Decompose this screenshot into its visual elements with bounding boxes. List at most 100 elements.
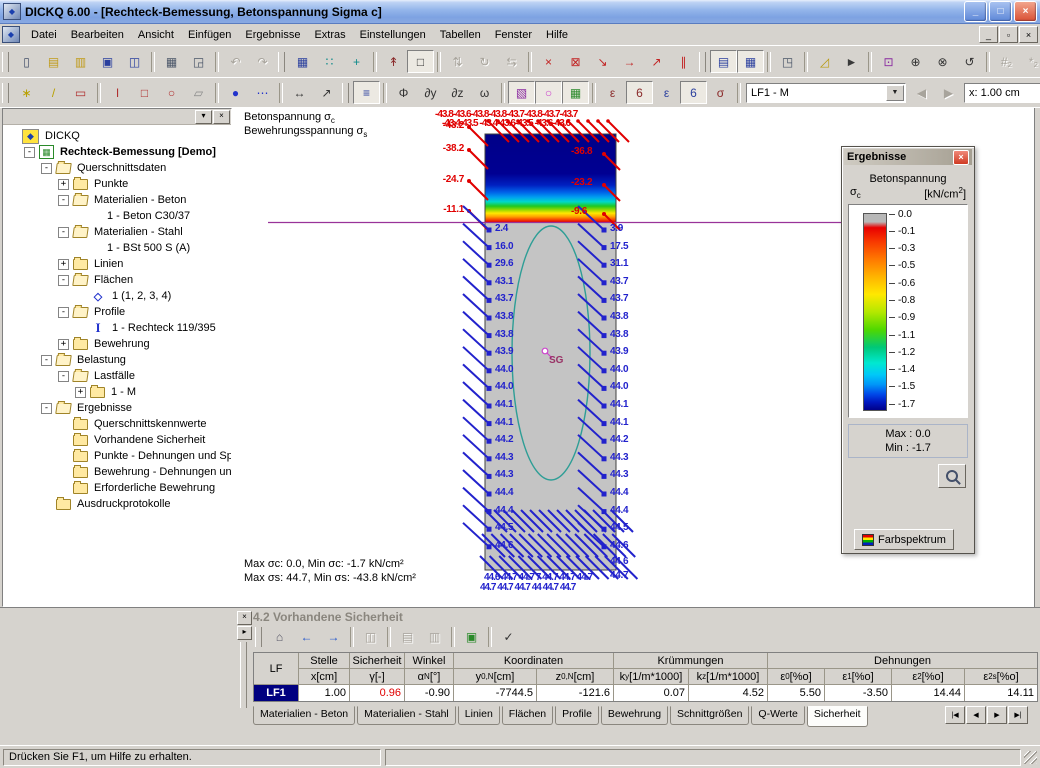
join-line-button[interactable]: → [616, 50, 643, 73]
scale-combobox[interactable]: x: 1.00 cm ▼ [964, 83, 1040, 103]
stress-fill-button[interactable]: 6 [680, 81, 707, 104]
edit-nodes-button[interactable]: × [535, 50, 562, 73]
import-file-button[interactable]: ▥ [67, 50, 94, 73]
tree-item-materialien-stahl[interactable]: -Materialien - Stahl [5, 224, 231, 240]
tree-item-1-m[interactable]: +1 - M [5, 384, 231, 400]
result-phi-button[interactable]: Φ [390, 81, 417, 104]
collapse-icon[interactable]: - [58, 227, 69, 238]
profile-circle-button[interactable]: ○ [158, 81, 185, 104]
scale-options-button[interactable] [938, 464, 966, 488]
print-preview-button[interactable]: ◲ [185, 50, 212, 73]
resize-grip[interactable] [1024, 751, 1037, 764]
tab-profile[interactable]: Profile [555, 706, 599, 725]
table-previous-button[interactable]: ← [293, 626, 320, 648]
tree-item-1-1-2-3-4[interactable]: ◇1 (1, 2, 3, 4) [5, 288, 231, 304]
tree-item-1-beton-c30-37[interactable]: 1 - Beton C30/37 [5, 208, 231, 224]
menu-fenster[interactable]: Fenster [488, 26, 539, 44]
collapse-icon[interactable]: - [41, 355, 52, 366]
extend-line-button[interactable]: ↗ [643, 50, 670, 73]
mdi-close-button[interactable]: × [1019, 26, 1038, 43]
save-all-button[interactable]: ◫ [121, 50, 148, 73]
split-line-button[interactable]: ↘ [589, 50, 616, 73]
menu-datei[interactable]: Datei [24, 26, 64, 44]
zoom-out-button[interactable]: ⊗ [929, 50, 956, 73]
tree-item-ausdruckprotokolle[interactable]: Ausdruckprotokolle [5, 496, 231, 512]
export-picture-button[interactable]: ▣ [458, 626, 485, 648]
tree-item-materialien-beton[interactable]: -Materialien - Beton [5, 192, 231, 208]
new-line-button[interactable]: / [40, 81, 67, 104]
column-selection-button[interactable]: ✓ [495, 626, 522, 648]
grid-button[interactable]: ▦ [289, 50, 316, 73]
crosshair-button[interactable]: + [343, 50, 370, 73]
collapse-icon[interactable]: - [58, 195, 69, 206]
toolbar-grabber[interactable] [2, 83, 9, 103]
mdi-restore-button[interactable]: ▫ [999, 26, 1018, 43]
tab-q-werte[interactable]: Q-Werte [751, 706, 804, 725]
profile-i-button[interactable]: I [104, 81, 131, 104]
tab-linien[interactable]: Linien [458, 706, 500, 725]
tab-schnittgr-en[interactable]: Schnittgrößen [670, 706, 749, 725]
loadcase-combobox[interactable]: LF1 - M ▼ [746, 83, 906, 103]
rebar-row-button[interactable]: ⋯ [249, 81, 276, 104]
snap-grid-button[interactable]: ∷ [316, 50, 343, 73]
tree-item-profile[interactable]: -Profile [5, 304, 231, 320]
mdi-minimize-button[interactable]: _ [979, 26, 998, 43]
expand-icon[interactable]: + [58, 179, 69, 190]
profile-any-button[interactable]: ▱ [185, 81, 212, 104]
toolbar-grabber[interactable] [342, 83, 349, 103]
next-row-button[interactable]: ▶ [987, 706, 1007, 724]
minimize-button[interactable]: _ [964, 1, 987, 22]
table-properties-button[interactable]: ⌂ [266, 626, 293, 648]
drawing-canvas[interactable]: Betonspannung σc Bewehrungsspannung σs -… [232, 108, 1034, 607]
tree-item-vorhandene-sicherheit[interactable]: Vorhandene Sicherheit [5, 432, 231, 448]
tree-item-rechteck-bemessung-demo[interactable]: -▦Rechteck-Bemessung [Demo] [5, 144, 231, 160]
new-file-button[interactable]: ▯ [13, 50, 40, 73]
menu-ergebnisse[interactable]: Ergebnisse [238, 26, 307, 44]
profile-rect-button[interactable]: □ [131, 81, 158, 104]
tab-sicherheit[interactable]: Sicherheit [807, 706, 868, 727]
tree-item-punkte-dehnungen-und-spa[interactable]: Punkte - Dehnungen und Spa [5, 448, 231, 464]
print-button[interactable]: ▦ [158, 50, 185, 73]
delete-node-button[interactable]: ⊠ [562, 50, 589, 73]
tree-item-punkte[interactable]: +Punkte [5, 176, 231, 192]
collapse-icon[interactable]: - [41, 163, 52, 174]
form-view-button[interactable]: ▤ [710, 50, 737, 73]
tree-item-erforderliche-bewehrung[interactable]: Erforderliche Bewehrung [5, 480, 231, 496]
table-panel-close-button[interactable]: × [237, 611, 252, 625]
text-label-button[interactable]: ↗ [313, 81, 340, 104]
tree-item-1-bst-500-s-a[interactable]: 1 - BSt 500 S (A) [5, 240, 231, 256]
toolbar-grabber[interactable] [699, 52, 706, 72]
stress-plot-button[interactable]: ε [653, 81, 680, 104]
zoom-region-button[interactable]: ▧ [508, 81, 535, 104]
menu-extras[interactable]: Extras [307, 26, 352, 44]
expand-icon[interactable]: + [58, 339, 69, 350]
rebar-point-button[interactable]: ● [222, 81, 249, 104]
result-ddz-button[interactable]: ∂z [444, 81, 471, 104]
tree-item-dickq[interactable]: ◆DICKQ [5, 128, 231, 144]
tree-item-querschnittsdaten[interactable]: -Querschnittsdaten [5, 160, 231, 176]
show-legend-button[interactable]: ▦ [562, 81, 589, 104]
tree-item-bewehrung-dehnungen-und[interactable]: Bewehrung - Dehnungen und [5, 464, 231, 480]
menu-einstellungen[interactable]: Einstellungen [353, 26, 433, 44]
strain-plot-button[interactable]: ε [599, 81, 626, 104]
tree-item-belastung[interactable]: -Belastung [5, 352, 231, 368]
first-row-button[interactable]: |◀ [945, 706, 965, 724]
table-panel-expand-button[interactable]: ▸ [237, 626, 252, 640]
table-next-button[interactable]: → [320, 626, 347, 648]
toolbar-grabber[interactable] [255, 627, 262, 647]
table-panel-splitter[interactable] [240, 642, 247, 708]
results-panel-titlebar[interactable]: Ergebnisse × [844, 149, 972, 165]
tree-close-button[interactable]: × [213, 110, 230, 124]
tree-item-linien[interactable]: +Linien [5, 256, 231, 272]
table-view-button[interactable]: ▦ [737, 50, 764, 73]
snap-point-button[interactable]: ↟ [380, 50, 407, 73]
tab-materialien-beton[interactable]: Materialien - Beton [253, 706, 355, 725]
stress-xx-button[interactable]: σ [707, 81, 734, 104]
pick-object-button[interactable]: ► [838, 50, 865, 73]
new-point-button[interactable]: ∗ [13, 81, 40, 104]
rect-select-button[interactable]: □ [407, 50, 434, 73]
result-ddy-button[interactable]: ∂y [417, 81, 444, 104]
divide-line-button[interactable]: ∥ [670, 50, 697, 73]
results-panel-close-button[interactable]: × [953, 150, 969, 165]
result-omega-button[interactable]: ω [471, 81, 498, 104]
